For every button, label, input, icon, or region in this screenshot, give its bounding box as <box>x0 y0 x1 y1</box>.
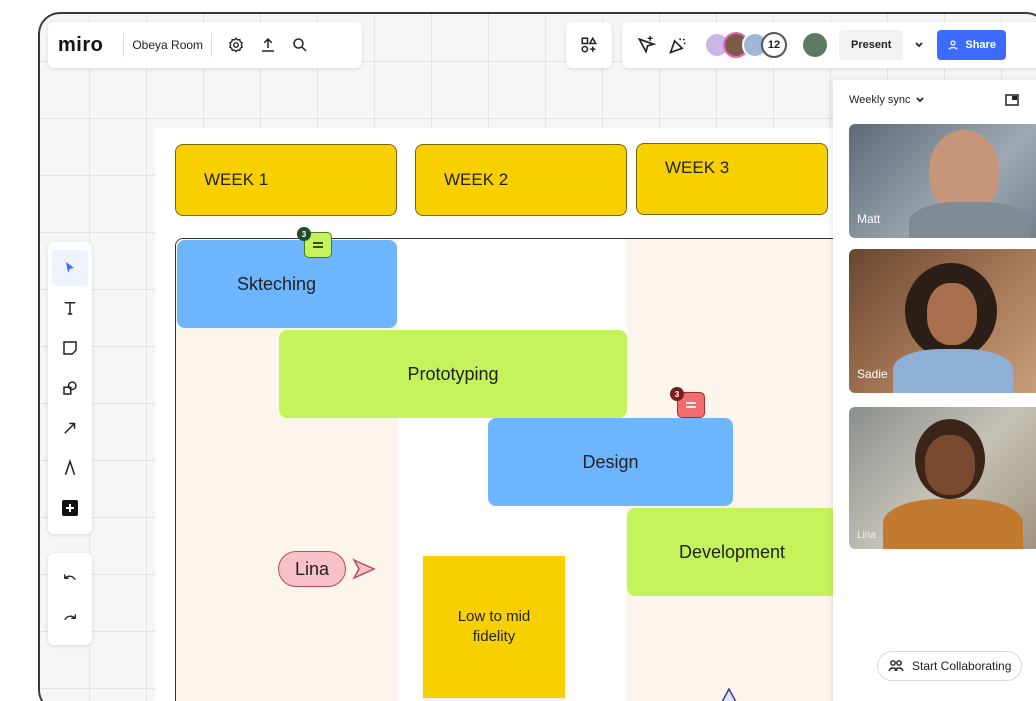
task-card[interactable]: Development <box>627 508 837 596</box>
participant-video <box>927 283 977 345</box>
miro-logo[interactable]: miro <box>58 34 103 57</box>
shapes-icon <box>63 381 77 395</box>
user-icon <box>948 40 958 50</box>
task-label: Prototyping <box>407 363 499 384</box>
participant-name: Sadie <box>857 367 888 381</box>
select-tool[interactable] <box>52 250 88 286</box>
meeting-selector[interactable]: Weekly sync <box>849 94 925 106</box>
meeting-name: Weekly sync <box>849 94 911 106</box>
people-icon <box>888 660 904 672</box>
comment-thread[interactable]: 3 <box>670 387 705 418</box>
participant-video <box>925 435 975 495</box>
collaborator-avatars[interactable]: 12 <box>704 32 787 58</box>
redo-button[interactable] <box>52 601 88 637</box>
task-label: Design <box>582 451 639 472</box>
search-icon[interactable] <box>288 33 312 57</box>
comment-icon <box>313 242 323 248</box>
upload-icon[interactable] <box>256 33 280 57</box>
participant-video <box>929 130 999 210</box>
pen-tool[interactable] <box>52 450 88 486</box>
collaborator-cursor-icon <box>352 558 376 580</box>
collaborate-label: Start Collaborating <box>912 659 1012 673</box>
sticky-note-text: Low to mid fidelity <box>457 608 531 645</box>
undo-icon <box>64 574 76 581</box>
creation-toolbar <box>48 242 92 534</box>
present-button[interactable]: Present <box>839 30 904 60</box>
apps-bar <box>566 22 612 68</box>
task-label: Skteching <box>237 273 317 294</box>
week-label: WEEK 3 <box>665 158 730 177</box>
pen-icon <box>64 459 76 475</box>
video-tile[interactable]: Lina <box>849 407 1036 549</box>
week-header[interactable]: WEEK 2 <box>415 144 627 216</box>
week-label: WEEK 2 <box>444 170 509 189</box>
cursor-icon <box>721 688 737 701</box>
celebrate-icon[interactable] <box>666 33 690 57</box>
filter-icon[interactable] <box>634 33 658 57</box>
more-tools-button[interactable] <box>52 490 88 526</box>
participant-name: Matt <box>857 212 881 226</box>
current-user-avatar[interactable] <box>801 31 829 59</box>
week-header[interactable]: WEEK 3 <box>636 143 828 215</box>
divider <box>211 33 213 57</box>
comment-count-badge: 3 <box>670 387 684 401</box>
start-collaborating-button[interactable]: Start Collaborating <box>877 651 1023 681</box>
task-card[interactable]: Prototyping <box>279 330 627 418</box>
comment-thread[interactable]: 3 <box>297 227 332 258</box>
undo-button[interactable] <box>52 561 88 597</box>
collaboration-bar: 12 Present Share <box>622 22 1036 68</box>
comment-icon <box>686 402 696 408</box>
week-label: WEEK 1 <box>204 170 269 189</box>
cursor-icon <box>66 262 74 273</box>
divider <box>123 33 125 57</box>
redo-icon <box>64 614 76 621</box>
collaborator-cursor-label: Lina <box>278 551 347 587</box>
text-tool[interactable] <box>52 290 88 326</box>
video-tile[interactable]: Matt <box>849 124 1036 238</box>
present-label: Present <box>851 39 892 51</box>
chevron-down-icon <box>915 97 924 103</box>
participant-video <box>893 349 1013 393</box>
participant-name: Lina <box>857 530 876 541</box>
sticky-note-tool[interactable] <box>52 330 88 366</box>
settings-icon[interactable] <box>224 33 248 57</box>
pip-icon[interactable] <box>1005 94 1019 106</box>
participant-video <box>909 202 1029 238</box>
board-title[interactable]: Obeya Room <box>132 38 203 52</box>
share-label: Share <box>965 39 996 51</box>
arrow-icon <box>64 422 76 434</box>
comment-count-badge: 3 <box>297 227 311 241</box>
cursor-name: Lina <box>295 558 330 579</box>
participant-video <box>883 499 1023 549</box>
week-header[interactable]: WEEK 1 <box>175 144 397 216</box>
chevron-down-icon[interactable] <box>907 30 931 60</box>
task-label: Development <box>678 541 786 562</box>
shapes-tool[interactable] <box>52 370 88 406</box>
video-tile[interactable]: Sadie <box>849 249 1036 393</box>
video-call-panel: Weekly sync Matt Sadie Lina <box>833 80 1036 701</box>
avatar-overflow-count[interactable]: 12 <box>761 32 787 58</box>
plus-icon <box>62 500 78 516</box>
sticky-note-icon <box>63 341 77 355</box>
text-icon <box>64 302 76 315</box>
main-menu-bar: miro Obeya Room <box>48 22 362 68</box>
task-card[interactable]: Skteching <box>177 240 397 328</box>
task-card[interactable]: Design <box>488 418 733 506</box>
shapes-grid-icon[interactable] <box>577 33 601 57</box>
share-button[interactable]: Share <box>937 30 1006 60</box>
arrow-tool[interactable] <box>52 410 88 446</box>
history-toolbar <box>48 553 92 645</box>
sticky-note[interactable]: Low to mid fidelity <box>423 556 565 698</box>
